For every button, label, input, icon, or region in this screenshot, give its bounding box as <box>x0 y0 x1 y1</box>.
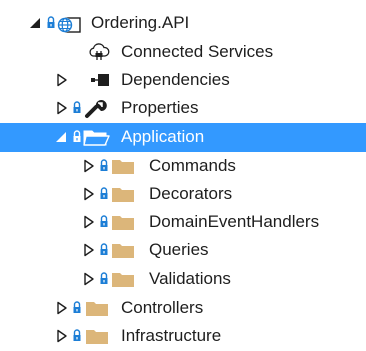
source-control-lock-icon <box>100 159 108 171</box>
folder-icon <box>112 273 134 287</box>
tree-item-label: Commands <box>149 156 236 175</box>
tree-item-ordering-api[interactable]: Ordering.API <box>0 9 366 38</box>
folder-icon <box>112 160 134 174</box>
tree-item-label: Decorators <box>149 184 233 203</box>
source-control-lock-icon <box>47 16 55 28</box>
tree-item-label: Queries <box>149 240 209 259</box>
dependencies-icon <box>91 74 109 86</box>
tree-item-domain-event-handlers[interactable]: DomainEventHandlers <box>0 208 366 237</box>
folder-icon <box>112 216 134 230</box>
web-project-icon <box>57 17 81 33</box>
folder-icon <box>86 330 108 344</box>
source-control-lock-icon <box>100 272 108 284</box>
tree-item-infrastructure[interactable]: Infrastructure <box>0 322 366 351</box>
tree-item-commands[interactable]: Commands <box>0 152 366 181</box>
tree-item-validations[interactable]: Validations <box>0 265 366 294</box>
solution-explorer-tree: Ordering.API Connected Services Dependen… <box>0 0 366 346</box>
tree-item-dependencies[interactable]: Dependencies <box>0 66 366 95</box>
tree-item-label: Connected Services <box>121 42 274 61</box>
wrench-icon <box>85 100 107 118</box>
tree-item-decorators[interactable]: Decorators <box>0 180 366 209</box>
source-control-lock-icon <box>100 215 108 227</box>
tree-item-properties[interactable]: Properties <box>0 94 366 123</box>
tree-item-label: Validations <box>149 269 231 288</box>
folder-open-icon <box>83 130 110 146</box>
source-control-lock-icon <box>73 329 81 341</box>
tree-item-application[interactable]: Application <box>0 123 366 152</box>
folder-icon <box>112 244 134 258</box>
collapsed-triangle-icon[interactable] <box>56 101 68 115</box>
expanded-triangle-icon[interactable] <box>56 130 68 144</box>
tree-item-label: DomainEventHandlers <box>149 212 320 231</box>
source-control-lock-icon <box>73 301 81 313</box>
collapsed-triangle-icon[interactable] <box>56 329 68 343</box>
folder-icon <box>112 188 134 202</box>
tree-item-label: Application <box>121 127 205 146</box>
tree-item-label: Dependencies <box>121 70 230 89</box>
tree-item-queries[interactable]: Queries <box>0 236 366 265</box>
collapsed-triangle-icon[interactable] <box>83 159 95 173</box>
collapsed-triangle-icon[interactable] <box>83 272 95 286</box>
collapsed-triangle-icon[interactable] <box>56 301 68 315</box>
folder-icon <box>86 302 108 316</box>
tree-item-label: Infrastructure <box>121 326 222 345</box>
collapsed-triangle-icon[interactable] <box>83 187 95 201</box>
source-control-lock-icon <box>100 243 108 255</box>
source-control-lock-icon <box>73 101 81 113</box>
connected-services-icon <box>89 43 110 60</box>
tree-item-controllers[interactable]: Controllers <box>0 294 366 323</box>
source-control-lock-icon <box>73 130 81 142</box>
expanded-triangle-icon[interactable] <box>30 16 42 30</box>
tree-item-connected-services[interactable]: Connected Services <box>0 38 366 67</box>
tree-item-label: Ordering.API <box>91 13 190 32</box>
source-control-lock-icon <box>100 187 108 199</box>
collapsed-triangle-icon[interactable] <box>83 215 95 229</box>
tree-item-label: Properties <box>121 98 199 117</box>
collapsed-triangle-icon[interactable] <box>83 243 95 257</box>
tree-item-label: Controllers <box>121 298 204 317</box>
collapsed-triangle-icon[interactable] <box>56 73 68 87</box>
